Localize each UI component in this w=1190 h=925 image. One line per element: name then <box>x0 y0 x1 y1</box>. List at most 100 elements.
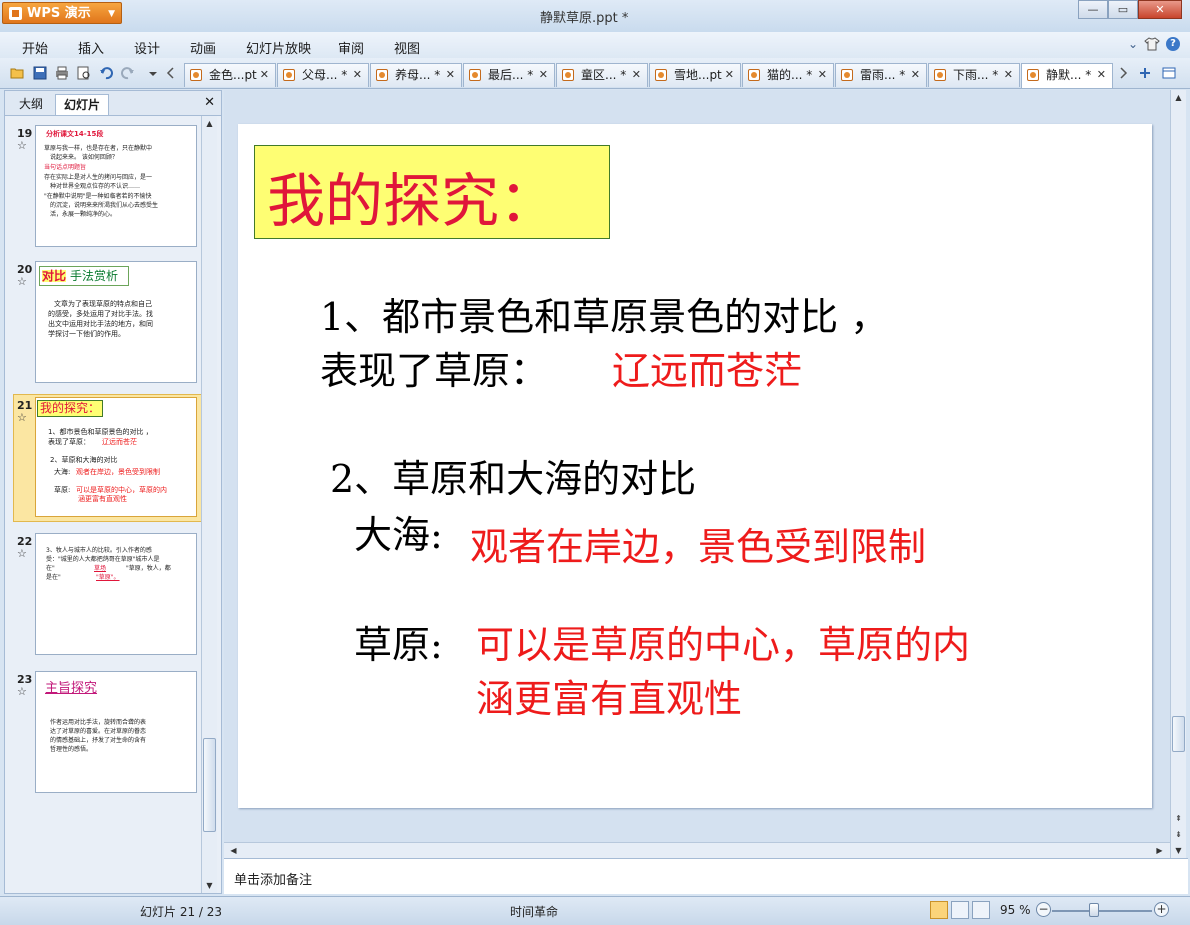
chevron-right-icon[interactable] <box>1116 66 1130 80</box>
thumb-text: 可以是草原的中心，草原的内 <box>76 486 167 494</box>
doc-tab[interactable]: 猫的... * ✕ <box>742 63 834 87</box>
close-tab-icon[interactable]: ✕ <box>260 64 269 86</box>
close-tab-icon[interactable]: ✕ <box>539 64 548 86</box>
slide-title-box[interactable]: 我的探究： <box>254 145 610 239</box>
doc-tab[interactable]: 养母... * ✕ <box>370 63 462 87</box>
menu-design[interactable]: 设计 <box>134 38 160 57</box>
new-tab-plus-icon[interactable] <box>1138 66 1152 80</box>
thumb-title: 我的探究： <box>37 400 104 417</box>
undo-icon[interactable] <box>99 66 113 80</box>
thumb-text: 2、草原和大海的对比 <box>50 456 118 464</box>
collapse-ribbon-icon[interactable]: ⌄ <box>1128 37 1138 54</box>
chevron-left-icon[interactable] <box>164 66 178 80</box>
menu-view[interactable]: 视图 <box>394 38 420 57</box>
animation-star-icon: ☆ <box>17 685 27 698</box>
scrollbar-thumb[interactable] <box>1172 716 1185 752</box>
close-tab-icon[interactable]: ✕ <box>911 64 920 86</box>
scroll-left-icon[interactable]: ◀ <box>226 843 241 858</box>
doc-tab-label: 静默... * <box>1046 68 1092 82</box>
thumb-text: 观者在岸边，景色受到限制 <box>76 468 160 476</box>
tab-slides[interactable]: 幻灯片 <box>55 94 110 115</box>
maximize-button[interactable]: ▭ <box>1108 0 1138 19</box>
previous-slide-icon[interactable]: ⇞ <box>1171 811 1186 826</box>
status-bar: 幻灯片 21 / 23 时间革命 95 % − + <box>0 896 1190 925</box>
slide-thumbnail-23[interactable]: 主旨探究 作者运用对比手法，旋转而合聋的表 达了对草原的喜爱。在对草原的眷恋 的… <box>35 671 197 793</box>
close-button[interactable]: ✕ <box>1138 0 1182 19</box>
slideshow-view-icon[interactable] <box>972 901 990 919</box>
normal-view-icon[interactable] <box>930 901 948 919</box>
close-panel-icon[interactable]: ✕ <box>204 95 215 110</box>
doc-tab[interactable]: 雷雨... * ✕ <box>835 63 927 87</box>
menu-review[interactable]: 审阅 <box>338 38 364 57</box>
slide-thumbnail-20[interactable]: 对比 手法赏析 文章为了表现草原的特点和自己 的感受，多处运用了对比手法。找 出… <box>35 261 197 383</box>
thumbnail-scrollbar[interactable]: ▲ ▼ <box>201 116 217 893</box>
doc-tab[interactable]: 父母... * ✕ <box>277 63 369 87</box>
scroll-up-icon[interactable]: ▲ <box>1171 90 1186 105</box>
thumb-title: 手法赏析 <box>70 269 119 283</box>
thumb-text: 在" <box>46 565 55 572</box>
close-tab-icon[interactable]: ✕ <box>1097 64 1106 86</box>
thumb-text: 存在实际上是对人生的拷问与回应，是一 <box>44 174 153 181</box>
doc-tab[interactable]: 最后... * ✕ <box>463 63 555 87</box>
scrollbar-thumb[interactable] <box>203 738 216 832</box>
doc-tab[interactable]: 童区... * ✕ <box>556 63 648 87</box>
scroll-right-icon[interactable]: ▶ <box>1152 843 1167 858</box>
print-preview-icon[interactable] <box>77 66 91 80</box>
open-folder-icon[interactable] <box>10 66 24 80</box>
redo-icon[interactable] <box>121 66 135 80</box>
thumb-text: 1、都市景色和草原景色的对比 ， <box>48 428 153 436</box>
menu-animation[interactable]: 动画 <box>190 38 216 57</box>
slide-thumbnail-22[interactable]: 3、牧人与城市人的比较。引入作者的感 受："城里的人大都把鸽哥在草原"城市人是 … <box>35 533 197 655</box>
notes-pane[interactable]: 单击添加备注 <box>224 858 1188 894</box>
scroll-down-icon[interactable]: ▼ <box>1171 843 1186 858</box>
slide-horizontal-scrollbar[interactable]: ◀ ▶ <box>224 842 1170 858</box>
zoom-slider-knob[interactable] <box>1089 903 1099 917</box>
scroll-down-icon[interactable]: ▼ <box>202 878 217 893</box>
slide-thumbnail-19[interactable]: 分析课文14-15段 草原与我一样，也是存在者，只在静默中 说起来来。 该如何回… <box>35 125 197 247</box>
zoom-slider-track[interactable] <box>1052 910 1152 912</box>
thumb-text: 达了对草原的喜爱。在对草原的眷恋 <box>50 728 147 735</box>
thumb-text: 种对世界全观点位存的不认识…… <box>50 183 141 190</box>
help-icon[interactable]: ? <box>1166 37 1180 51</box>
tab-outline[interactable]: 大纲 <box>11 94 51 115</box>
doc-tab-label: 童区... * <box>581 68 627 82</box>
ppt-file-icon <box>562 69 574 81</box>
slide-thumbnail-21[interactable]: 我的探究： 1、都市景色和草原景色的对比 ， 表现了草原： 辽远而苍茫 2、草原… <box>35 397 197 517</box>
scroll-up-icon[interactable]: ▲ <box>202 116 217 131</box>
sea-label: 大海: <box>354 513 443 557</box>
zoom-out-icon[interactable]: − <box>1036 902 1051 917</box>
slides-panel: 大纲 幻灯片 ✕ 19 ☆ 分析课文14-15段 草原与我一样，也是存在者，只在… <box>4 90 222 894</box>
thumb-text: 辽远而苍茫 <box>102 438 137 446</box>
thumb-text: 说起来来。 该如何回顾？ <box>50 154 118 161</box>
close-tab-icon[interactable]: ✕ <box>353 64 362 86</box>
menu-insert[interactable]: 插入 <box>78 38 104 57</box>
close-tab-icon[interactable]: ✕ <box>446 64 455 86</box>
doc-tab-active[interactable]: 静默... * ✕ <box>1021 63 1113 88</box>
ppt-file-icon <box>283 69 295 81</box>
slide-canvas[interactable]: 我的探究： 1、都市景色和草原景色的对比 ， 表现了草原： 辽远而苍茫 2、草原… <box>238 124 1152 808</box>
menu-bar: 开始 插入 设计 动画 幻灯片放映 审阅 视图 ⌄ ? <box>0 32 1190 58</box>
save-icon[interactable] <box>33 66 47 80</box>
minimize-button[interactable]: — <box>1078 0 1108 19</box>
print-icon[interactable] <box>55 66 69 80</box>
skin-shirt-icon[interactable] <box>1144 37 1160 54</box>
menu-start[interactable]: 开始 <box>22 38 48 57</box>
tab-list-icon[interactable] <box>1162 66 1176 80</box>
doc-tab[interactable]: 雪地...pt ✕ <box>649 63 741 87</box>
next-slide-icon[interactable]: ⇟ <box>1171 827 1186 842</box>
close-tab-icon[interactable]: ✕ <box>1004 64 1013 86</box>
customize-toolbar-icon[interactable] <box>146 66 160 80</box>
menu-slideshow[interactable]: 幻灯片放映 <box>246 38 311 57</box>
thumb-text: 草场 <box>94 565 107 572</box>
chevron-down-icon: ▼ <box>108 9 115 19</box>
close-tab-icon[interactable]: ✕ <box>818 64 827 86</box>
doc-tab[interactable]: 金色...pt ✕ <box>184 63 276 87</box>
close-tab-icon[interactable]: ✕ <box>725 64 734 86</box>
close-tab-icon[interactable]: ✕ <box>632 64 641 86</box>
item1-line2-label: 表现了草原： <box>320 349 549 393</box>
doc-tab[interactable]: 下雨... * ✕ <box>928 63 1020 87</box>
slide-vertical-scrollbar[interactable]: ▲ ⇞ ⇟ ▼ <box>1170 90 1186 858</box>
wps-app-menu-button[interactable]: WPS 演示 ▼ <box>2 2 122 24</box>
zoom-in-icon[interactable]: + <box>1154 902 1169 917</box>
slide-sorter-view-icon[interactable] <box>951 901 969 919</box>
